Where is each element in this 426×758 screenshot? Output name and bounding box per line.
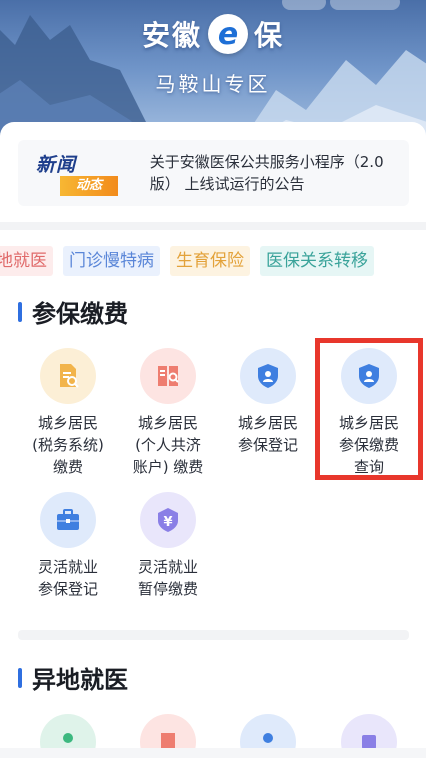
section-remote-label: 异地就医 bbox=[32, 666, 128, 694]
book-search-icon bbox=[140, 348, 196, 404]
top-button-b[interactable] bbox=[330, 0, 400, 10]
section-remote-title: 异地就医 bbox=[18, 660, 128, 695]
news-badge-icon: 新闻 动态 bbox=[36, 148, 120, 198]
shield-user-icon bbox=[240, 348, 296, 404]
tab-maternity-insurance[interactable]: 生育保险 bbox=[170, 246, 250, 276]
section-payment-title: 参保缴费 bbox=[18, 294, 128, 329]
service-label: 灵活就业 bbox=[137, 558, 198, 576]
service-flexible-registration[interactable]: 灵活就业 参保登记 bbox=[18, 492, 118, 600]
divider bbox=[0, 222, 426, 230]
divider bbox=[18, 630, 409, 640]
logo-e-icon: e bbox=[208, 14, 248, 54]
service-label: 参保登记 bbox=[237, 436, 298, 454]
document-search-icon bbox=[40, 348, 96, 404]
logo-text-left: 安徽 bbox=[141, 19, 202, 52]
news-headline: 关于安徽医保公共服务小程序（2.0版） 上线试运行的公告 bbox=[149, 153, 384, 193]
service-label: 城乡居民 bbox=[237, 414, 298, 432]
news-section: 新闻 动态 关于安徽医保公共服务小程序（2.0版） 上线试运行的公告 bbox=[0, 122, 426, 222]
svg-text:¥: ¥ bbox=[163, 515, 172, 530]
service-resident-registration[interactable]: 城乡居民 参保登记 bbox=[218, 348, 318, 456]
service-label: 暂停缴费 bbox=[137, 580, 198, 598]
tab-outpatient-chronic[interactable]: 门诊慢特病 bbox=[63, 246, 160, 276]
service-label: (个人共济 bbox=[135, 436, 201, 454]
section-marker bbox=[18, 667, 22, 688]
section-payment-label: 参保缴费 bbox=[32, 300, 128, 328]
service-label: 城乡居民 bbox=[137, 414, 198, 432]
selection-highlight-box bbox=[315, 338, 423, 480]
logo-text-right: 保 bbox=[254, 19, 285, 52]
service-label: 城乡居民 bbox=[37, 414, 98, 432]
region-title: 马鞍山专区 bbox=[155, 72, 271, 96]
news-card[interactable]: 新闻 动态 关于安徽医保公共服务小程序（2.0版） 上线试运行的公告 bbox=[18, 140, 409, 206]
service-label: (税务系统) bbox=[32, 436, 104, 454]
service-label: 账户) 缴费 bbox=[132, 458, 204, 476]
news-badge-bottom: 动态 bbox=[60, 176, 118, 196]
yuan-shield-icon: ¥ bbox=[140, 492, 196, 548]
service-label: 参保登记 bbox=[37, 580, 98, 598]
service-label: 缴费 bbox=[52, 458, 83, 476]
section-marker bbox=[18, 301, 22, 322]
bottom-tab-bar bbox=[0, 748, 426, 758]
tab-insurance-transfer[interactable]: 医保关系转移 bbox=[260, 246, 374, 276]
service-mutual-account-payment[interactable]: 城乡居民 (个人共济 账户) 缴费 bbox=[118, 348, 218, 478]
tab-remote-medical[interactable]: 地就医 bbox=[0, 246, 53, 276]
top-button-a[interactable] bbox=[282, 0, 326, 10]
news-badge-top: 新闻 bbox=[36, 154, 77, 176]
service-tax-payment[interactable]: 城乡居民 (税务系统) 缴费 bbox=[18, 348, 118, 478]
app-logo: 安徽 e 保 bbox=[0, 14, 426, 54]
category-tabs: 地就医 门诊慢特病 生育保险 医保关系转移 bbox=[0, 246, 374, 276]
service-label: 灵活就业 bbox=[37, 558, 98, 576]
briefcase-icon bbox=[40, 492, 96, 548]
service-flexible-suspend[interactable]: ¥ 灵活就业 暂停缴费 bbox=[118, 492, 218, 600]
